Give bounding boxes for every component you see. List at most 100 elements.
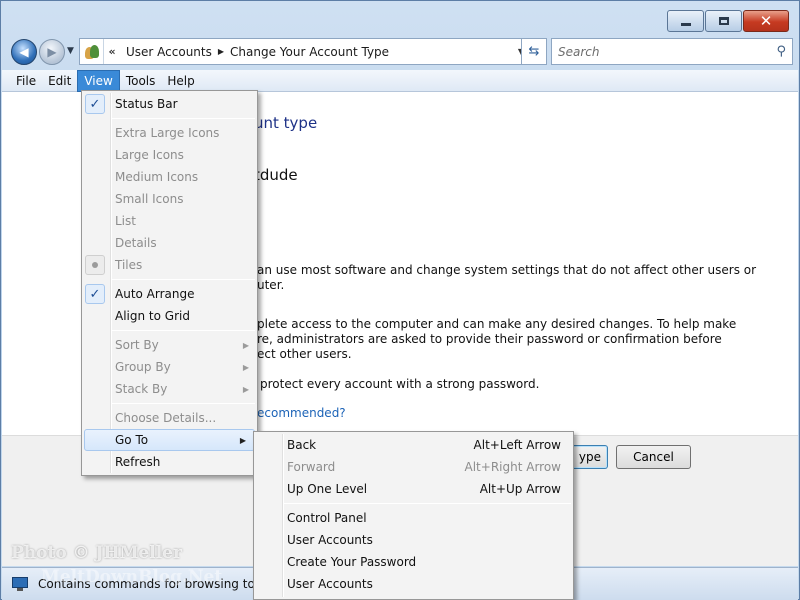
menu-item-label: Back [287, 438, 317, 452]
refresh-icon: ⇆ [528, 44, 540, 59]
menu-item-label: Auto Arrange [115, 287, 195, 301]
shortcut-back: Alt+Left Arrow [473, 438, 561, 452]
menu-item-status-bar[interactable]: ✓ Status Bar [82, 93, 257, 115]
admin-desc-line-1: plete access to the computer and can mak… [257, 317, 737, 331]
menu-file[interactable]: File [10, 71, 42, 91]
menu-item-user-accounts[interactable]: User Accounts [254, 529, 573, 551]
shortcut-forward: Alt+Right Arrow [464, 460, 561, 474]
menu-item-go-to[interactable]: Go To ▶ [84, 429, 255, 451]
menu-item-details[interactable]: Details [82, 232, 257, 254]
watermark-url: MeltDownBlog.Net [41, 567, 223, 587]
menu-item-label: Medium Icons [115, 170, 199, 184]
menu-item-label: Go To [115, 433, 149, 447]
menu-item-label: Details [115, 236, 157, 250]
menu-item-extra-large-icons[interactable]: Extra Large Icons [82, 122, 257, 144]
menu-item-align-to-grid[interactable]: Align to Grid [82, 305, 257, 327]
menu-item-label: Create Your Password [287, 555, 417, 569]
why-recommended-link[interactable]: ecommended? [257, 406, 346, 420]
menu-separator [112, 118, 255, 119]
menu-item-medium-icons[interactable]: Medium Icons [82, 166, 257, 188]
menu-item-label: Stack By [115, 382, 168, 396]
address-bar[interactable]: « User Accounts ▶ Change Your Account Ty… [79, 38, 531, 65]
admin-desc-line-2: re, administrators are asked to provide … [257, 332, 722, 346]
menu-help[interactable]: Help [161, 71, 200, 91]
menu-item-label: Tiles [115, 258, 143, 272]
menu-item-label: Small Icons [115, 192, 184, 206]
change-account-type-label: ype [578, 450, 601, 464]
search-input[interactable]: Search ⚲ [551, 38, 793, 65]
menu-separator [112, 279, 255, 280]
watermark-text: Photo © JHMeller [11, 543, 182, 563]
maximize-button[interactable] [705, 10, 742, 32]
menu-item-label: Control Panel [287, 511, 367, 525]
menu-item-back[interactable]: Back Alt+Left Arrow [254, 434, 573, 456]
menu-item-forward[interactable]: Forward Alt+Right Arrow [254, 456, 573, 478]
menu-separator [112, 403, 255, 404]
menu-item-label: Group By [115, 360, 171, 374]
close-button[interactable]: ✕ [743, 10, 789, 32]
menu-item-label: Choose Details... [115, 411, 217, 425]
breadcrumb-overflow-icon[interactable]: « [104, 45, 120, 58]
menu-item-label: Extra Large Icons [115, 126, 220, 140]
admin-desc-line-3: ect other users. [257, 347, 352, 361]
menu-item-tiles[interactable]: Tiles [82, 254, 257, 276]
menu-item-label: Forward [287, 460, 336, 474]
radio-bullet-icon [85, 255, 105, 275]
menu-item-choose-details[interactable]: Choose Details... [82, 407, 257, 429]
user-accounts-icon [80, 39, 104, 64]
menu-item-label: Sort By [115, 338, 159, 352]
recent-pages-dropdown[interactable]: ▼ [67, 46, 74, 56]
menu-item-label: Status Bar [115, 97, 178, 111]
menu-view[interactable]: View [77, 69, 120, 92]
menu-item-large-icons[interactable]: Large Icons [82, 144, 257, 166]
navigation-bar: ◀ ▶ ▼ « User Accounts ▶ Change Your Acco… [9, 37, 793, 67]
menu-item-label: User Accounts [287, 533, 373, 547]
menu-item-group-by[interactable]: Group By ▶ [82, 356, 257, 378]
submenu-arrow-icon: ▶ [242, 362, 249, 372]
minimize-icon [680, 22, 691, 26]
checkmark-icon: ✓ [85, 94, 105, 114]
account-name: tdude [254, 166, 298, 184]
change-account-type-button[interactable]: ype [570, 445, 608, 469]
view-menu: ✓ Status Bar Extra Large Icons Large Ico… [81, 90, 258, 476]
submenu-arrow-icon: ▶ [242, 384, 249, 394]
menu-item-stack-by[interactable]: Stack By ▶ [82, 378, 257, 400]
menu-item-label: List [115, 214, 136, 228]
maximize-icon [718, 17, 729, 25]
breadcrumb-user-accounts[interactable]: User Accounts [120, 45, 218, 59]
menu-separator [284, 503, 571, 504]
cancel-button[interactable]: Cancel [616, 445, 691, 469]
search-placeholder: Search [558, 44, 600, 59]
menu-item-label: User Accounts [287, 577, 373, 591]
menu-item-small-icons[interactable]: Small Icons [82, 188, 257, 210]
refresh-button[interactable]: ⇆ [521, 38, 547, 65]
cancel-label: Cancel [633, 450, 674, 464]
menu-item-list[interactable]: List [82, 210, 257, 232]
page-title: unt type [254, 114, 318, 132]
forward-arrow-icon: ▶ [47, 45, 57, 59]
standard-desc-line-2: uter. [257, 278, 285, 292]
breadcrumb-change-account-type[interactable]: Change Your Account Type [224, 45, 395, 59]
standard-user-description: an use most software and change system s… [257, 263, 777, 293]
search-icon[interactable]: ⚲ [776, 44, 786, 59]
back-button[interactable]: ◀ [11, 39, 37, 65]
menu-item-up-one-level[interactable]: Up One Level Alt+Up Arrow [254, 478, 573, 500]
computer-icon [10, 575, 32, 593]
shortcut-up: Alt+Up Arrow [479, 482, 561, 496]
menu-item-refresh[interactable]: Refresh [82, 451, 257, 473]
menu-item-user-accounts-2[interactable]: User Accounts [254, 573, 573, 595]
menu-tools[interactable]: Tools [120, 71, 162, 91]
menu-item-label: Up One Level [287, 482, 368, 496]
menu-item-auto-arrange[interactable]: ✓ Auto Arrange [82, 283, 257, 305]
menu-item-sort-by[interactable]: Sort By ▶ [82, 334, 257, 356]
window-controls: ✕ [667, 10, 789, 32]
menu-item-label: Align to Grid [115, 309, 190, 323]
menu-item-control-panel[interactable]: Control Panel [254, 507, 573, 529]
menu-item-create-password[interactable]: Create Your Password [254, 551, 573, 573]
submenu-arrow-icon: ▶ [239, 435, 246, 445]
minimize-button[interactable] [667, 10, 704, 32]
menu-edit[interactable]: Edit [42, 71, 77, 91]
menu-bar: File Edit View Tools Help [2, 69, 798, 92]
forward-button[interactable]: ▶ [39, 39, 65, 65]
menu-item-label: Large Icons [115, 148, 184, 162]
